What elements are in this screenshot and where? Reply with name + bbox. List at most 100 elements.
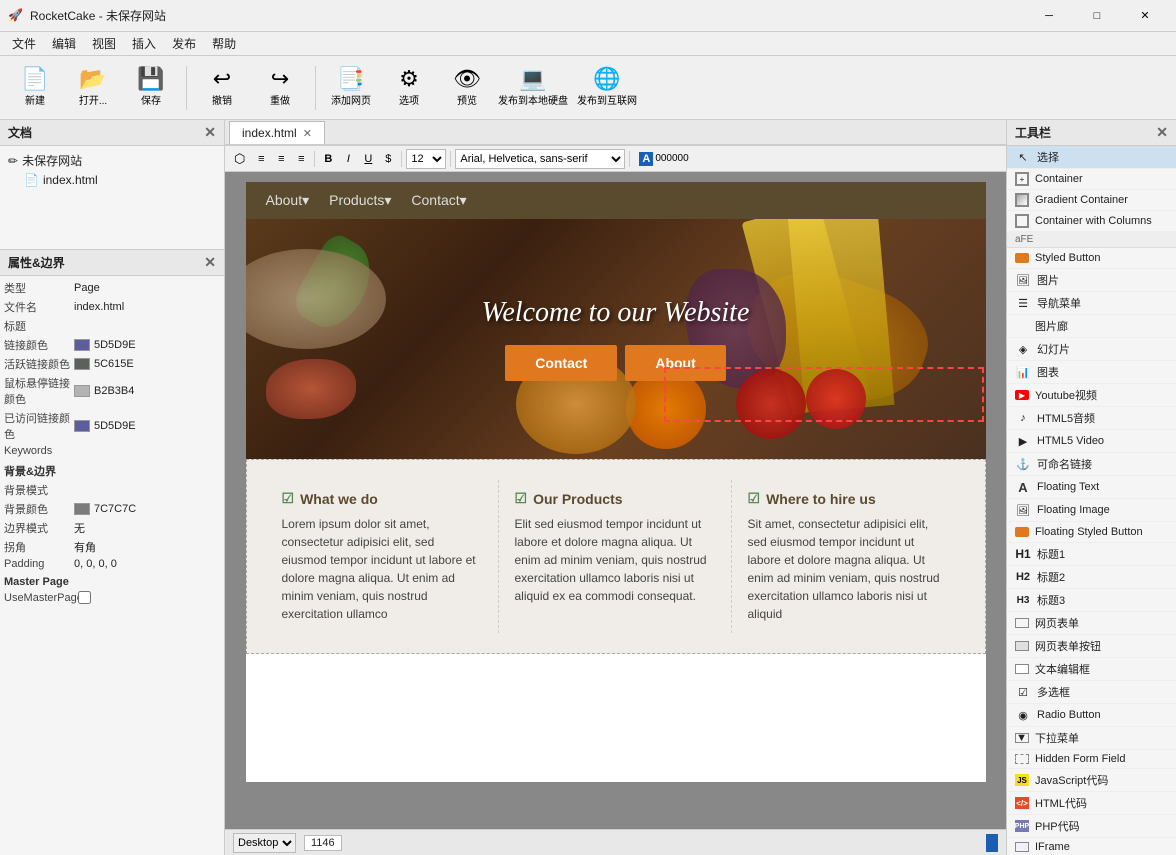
props-panel-close[interactable]: ✕ (204, 254, 216, 271)
tool-slideshow[interactable]: ◈ 幻灯片 (1007, 338, 1176, 361)
tool-hidden[interactable]: Hidden Form Field (1007, 750, 1176, 769)
tool-image[interactable]: 🖼 图片 (1007, 269, 1176, 292)
nav-products[interactable]: Products▾ (329, 192, 391, 209)
tool-float-image[interactable]: 🖼 Floating Image (1007, 499, 1176, 522)
nav-about[interactable]: About▾ (266, 192, 310, 209)
tool-container[interactable]: + Container (1007, 169, 1176, 190)
menu-insert[interactable]: 插入 (124, 33, 164, 54)
underline-button[interactable]: U (359, 151, 377, 167)
tool-form-button[interactable]: 网页表单按钮 (1007, 635, 1176, 658)
prop-hoverlink-swatch[interactable] (74, 385, 90, 397)
tool-youtube[interactable]: ▶ Youtube视频 (1007, 384, 1176, 407)
redo-label: 重做 (270, 92, 290, 107)
hero-contact-btn[interactable]: Contact (505, 345, 617, 381)
publish-web-button[interactable]: 🌐 发布到互联网 (572, 61, 642, 115)
minimize-button[interactable]: ─ (1026, 6, 1072, 26)
prop-linkcolor-swatch[interactable] (74, 339, 90, 351)
scroll-indicator[interactable] (986, 834, 998, 852)
nav-menu-icon: ☰ (1015, 295, 1031, 311)
prop-title: 标题 (4, 318, 220, 334)
tool-styled-button[interactable]: Styled Button (1007, 248, 1176, 269)
checkbox-icon: ☑ (1015, 684, 1031, 700)
align-center-button[interactable]: ≡ (252, 151, 270, 167)
close-button[interactable]: ✕ (1122, 6, 1168, 26)
tool-audio[interactable]: ♪ HTML5音频 (1007, 407, 1176, 430)
prop-linkcolor: 链接颜色 5D5D9E (4, 337, 220, 353)
open-button[interactable]: 📂 打开... (66, 61, 120, 115)
prop-hoverlink: 鼠标悬停链接颜色 B2B3B4 (4, 375, 220, 407)
tool-gradient-container[interactable]: Gradient Container (1007, 190, 1176, 211)
tool-video[interactable]: ▶ HTML5 Video (1007, 430, 1176, 453)
prop-activelink: 活跃链接颜色 5C615E (4, 356, 220, 372)
col3-check-icon: ☑ (748, 490, 761, 507)
nav-contact[interactable]: Contact▾ (411, 192, 466, 209)
hero-about-btn[interactable]: About (625, 345, 725, 381)
redo-button[interactable]: ↪ 重做 (253, 61, 307, 115)
tool-float-text[interactable]: A Floating Text (1007, 476, 1176, 499)
italic-button[interactable]: I (339, 151, 357, 167)
toolbox-list: + Container Gradient Container Container… (1007, 169, 1176, 855)
tool-h1[interactable]: H1 标题1 (1007, 543, 1176, 566)
menu-publish[interactable]: 发布 (164, 33, 204, 54)
preview-button[interactable]: 👁 预览 (440, 61, 494, 115)
usemasterpage-checkbox[interactable] (78, 591, 91, 604)
prop-bgcolor-swatch[interactable] (74, 503, 90, 515)
col1-check-icon: ☑ (282, 490, 295, 507)
tool-gallery[interactable]: 图片廊 (1007, 315, 1176, 338)
tool-radio[interactable]: ◉ Radio Button (1007, 704, 1176, 727)
new-button[interactable]: 📄 新建 (8, 61, 62, 115)
tool-js[interactable]: JS JavaScript代码 (1007, 769, 1176, 792)
prop-bgmode: 背景模式 (4, 482, 220, 498)
align-left-button[interactable]: ⬡ (229, 149, 250, 169)
doc-panel-close[interactable]: ✕ (204, 124, 216, 141)
tool-select[interactable]: ▼ 下拉菜单 (1007, 727, 1176, 750)
options-button[interactable]: ⚙ 选项 (382, 61, 436, 115)
fontsize-select[interactable]: 12 (406, 149, 446, 169)
addpage-button[interactable]: 📑 添加网页 (324, 61, 378, 115)
tab-close-button[interactable]: ✕ (303, 127, 312, 140)
tool-nav-menu[interactable]: ☰ 导航菜单 (1007, 292, 1176, 315)
fontcolor-button[interactable]: A 000000 (634, 150, 693, 168)
fontfamily-select[interactable]: Arial, Helvetica, sans-serif (455, 149, 625, 169)
justify-button[interactable]: ≡ (292, 151, 310, 167)
tool-iframe[interactable]: IFrame (1007, 838, 1176, 855)
view-mode-select[interactable]: Desktop (233, 833, 296, 853)
editor-canvas[interactable]: About▾ Products▾ Contact▾ (225, 172, 1006, 829)
toolbox-panel: 工具栏 ✕ ↖ 选择 + Container Gradient Containe… (1006, 120, 1176, 855)
tool-columns-container[interactable]: Container with Columns (1007, 211, 1176, 232)
menu-file[interactable]: 文件 (4, 33, 44, 54)
tool-php[interactable]: PHP PHP代码 (1007, 815, 1176, 838)
toolbox-close[interactable]: ✕ (1156, 124, 1168, 141)
save-button[interactable]: 💾 保存 (124, 61, 178, 115)
bold-button[interactable]: B (319, 151, 337, 167)
publish-local-button[interactable]: 💻 发布到本地硬盘 (498, 61, 568, 115)
doc-file-item[interactable]: 📄 index.html (4, 171, 220, 189)
undo-button[interactable]: ↩ 撤销 (195, 61, 249, 115)
prop-activelink-swatch[interactable] (74, 358, 90, 370)
window-controls: ─ □ ✕ (1026, 6, 1168, 26)
tool-textarea[interactable]: 文本编辑框 (1007, 658, 1176, 681)
js-icon: JS (1015, 774, 1029, 786)
menu-bar: 文件 编辑 视图 插入 发布 帮助 (0, 32, 1176, 56)
tool-form[interactable]: 网页表单 (1007, 612, 1176, 635)
prop-visitedlink-swatch[interactable] (74, 420, 90, 432)
align-right-button[interactable]: ≡ (272, 151, 290, 167)
doc-root-item[interactable]: ✏ 未保存网站 (4, 150, 220, 171)
select-label: 选择 (1037, 149, 1059, 165)
tool-html[interactable]: </> HTML代码 (1007, 792, 1176, 815)
tool-float-styled-button[interactable]: Floating Styled Button (1007, 522, 1176, 543)
menu-view[interactable]: 视图 (84, 33, 124, 54)
tool-h2[interactable]: H2 标题2 (1007, 566, 1176, 589)
tool-checkbox[interactable]: ☑ 多选框 (1007, 681, 1176, 704)
editor-tab[interactable]: index.html ✕ (229, 121, 325, 144)
currency-button[interactable]: $ (379, 151, 397, 167)
prop-visitedlink: 已访问链接颜色 5D5D9E (4, 410, 220, 442)
menu-edit[interactable]: 编辑 (44, 33, 84, 54)
select-tool[interactable]: ↖ 选择 (1007, 146, 1176, 169)
tool-anchor[interactable]: ⚓ 可命名链接 (1007, 453, 1176, 476)
tool-h3[interactable]: H3 标题3 (1007, 589, 1176, 612)
maximize-button[interactable]: □ (1074, 6, 1120, 26)
tool-chart[interactable]: 📊 图表 (1007, 361, 1176, 384)
prop-visitedlink-label: 已访问链接颜色 (4, 410, 74, 442)
menu-help[interactable]: 帮助 (204, 33, 244, 54)
